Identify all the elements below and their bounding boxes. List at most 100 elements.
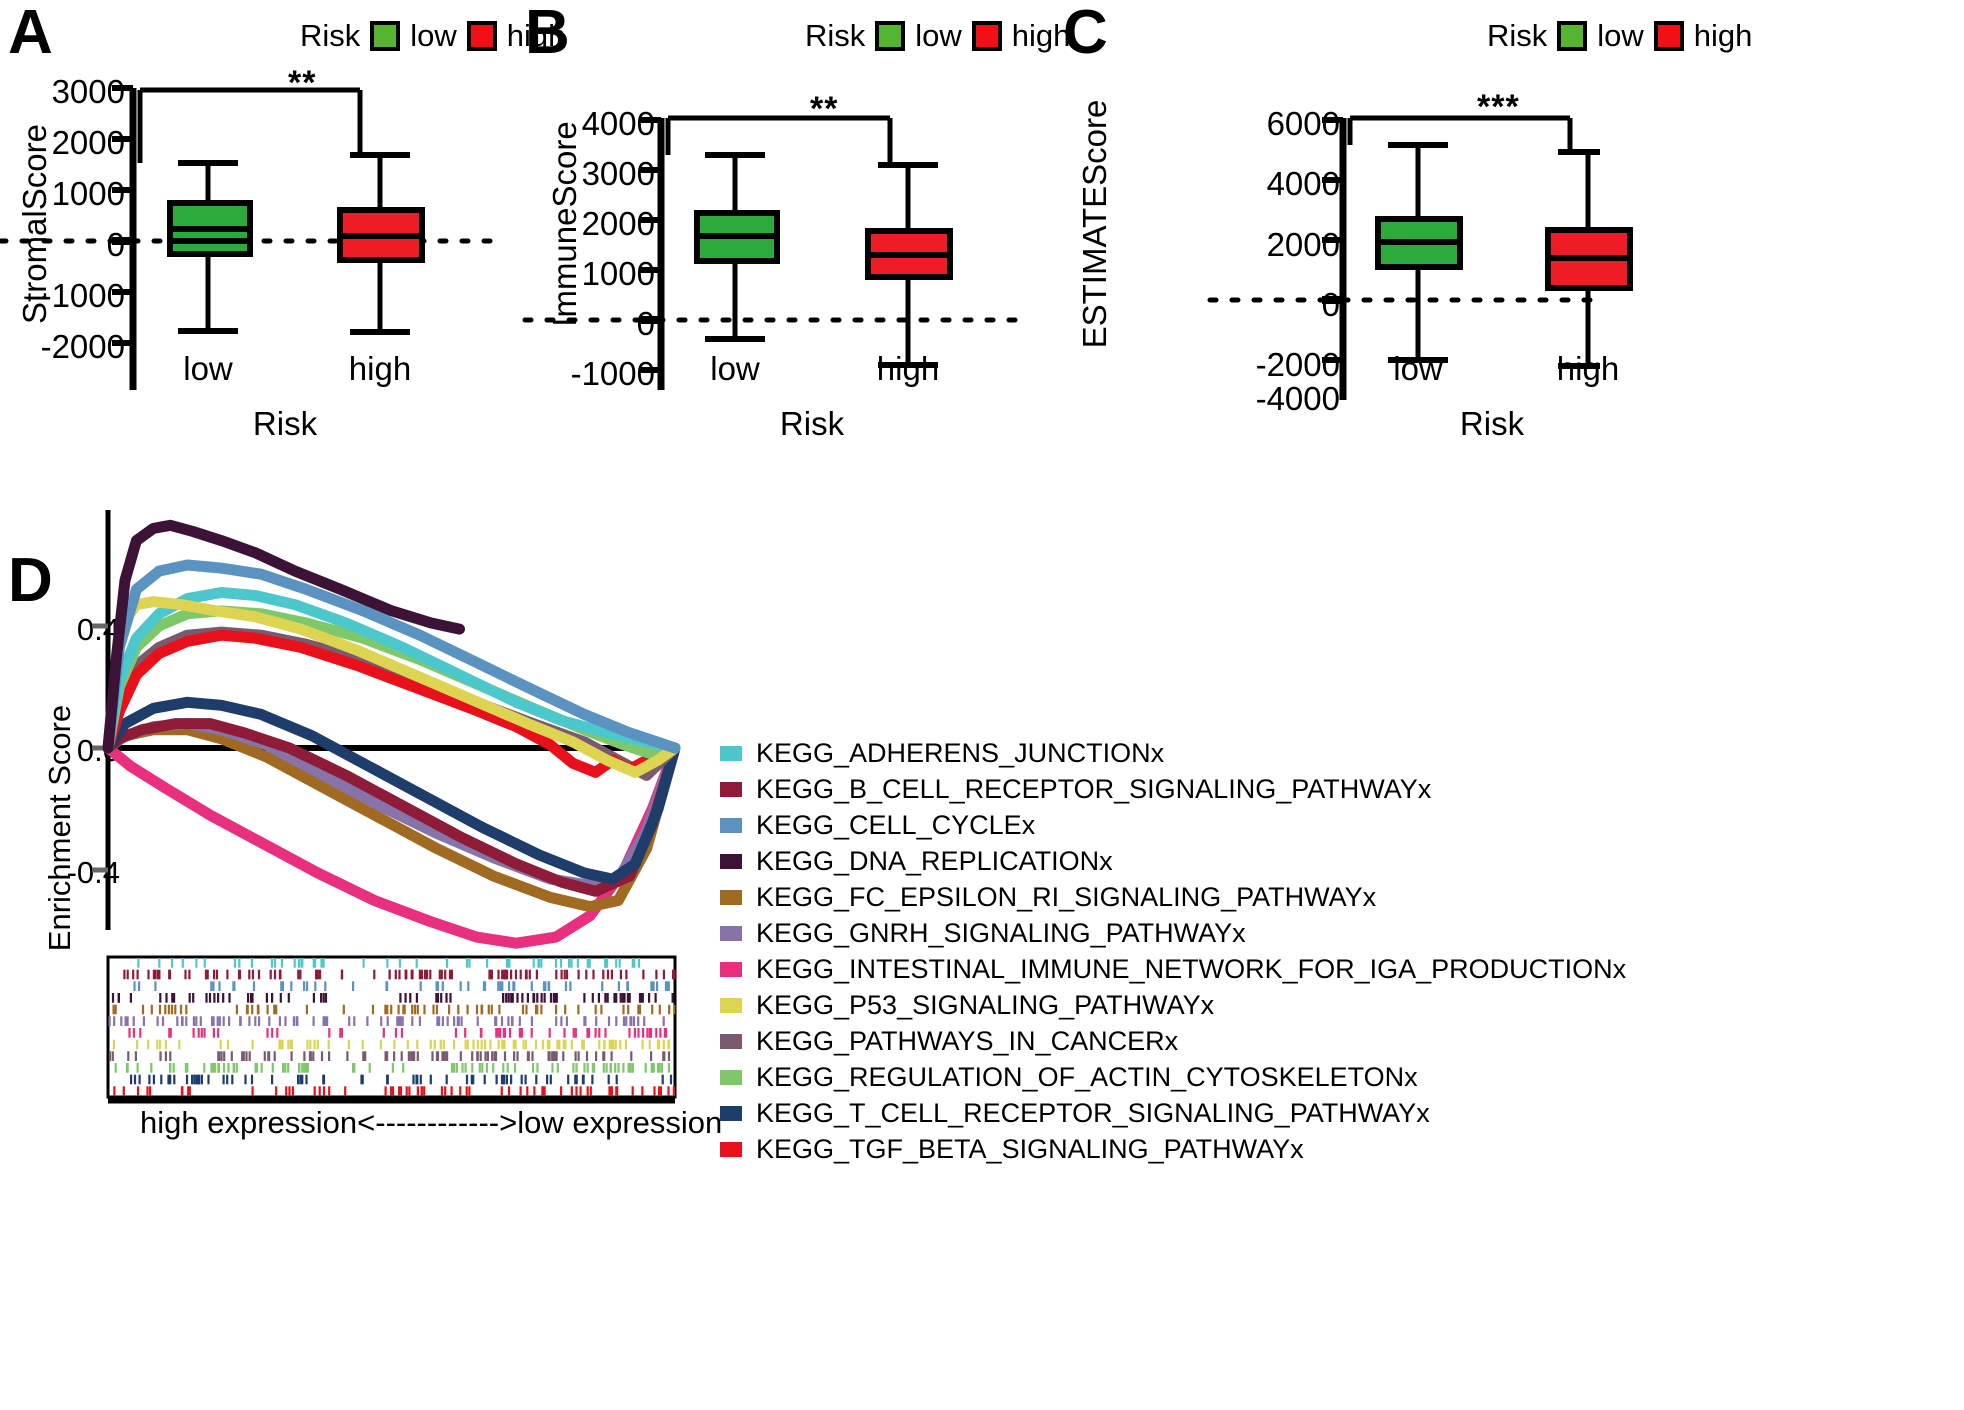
box-low-a bbox=[167, 160, 253, 334]
legend-label-low-a: low bbox=[410, 18, 457, 53]
legend-label-low-b: low bbox=[915, 18, 962, 53]
gsea-legend-item: KEGG_ADHERENS_JUNCTIONx bbox=[720, 735, 1626, 771]
gsea-legend-item: KEGG_REGULATION_OF_ACTIN_CYTOSKELETONx bbox=[720, 1059, 1626, 1095]
boxplot-panel-c: ESTIMATEScore 6000 4000 2000 0 -2000 -40… bbox=[1040, 60, 1633, 442]
panel-letter-a: A bbox=[8, 0, 53, 67]
significance-marker-c: *** bbox=[1477, 88, 1520, 126]
gsea-legend-item: KEGG_CELL_CYCLEx bbox=[720, 807, 1626, 843]
x-tick-c-high: high bbox=[1556, 350, 1620, 387]
gsea-legend-label: KEGG_INTESTINAL_IMMUNE_NETWORK_FOR_IGA_P… bbox=[756, 954, 1627, 984]
gsea-legend-item: KEGG_TGF_BETA_SIGNALING_PATHWAYx bbox=[720, 1131, 1626, 1167]
significance-marker-b: ** bbox=[810, 90, 839, 128]
gsea-legend-label: KEGG_REGULATION_OF_ACTIN_CYTOSKELETONx bbox=[756, 1062, 1418, 1092]
x-tick-a-low: low bbox=[183, 350, 233, 387]
legend-swatch-high-c bbox=[1653, 21, 1684, 51]
gsea-legend-swatch bbox=[720, 1033, 742, 1049]
legend-swatch-low-b bbox=[875, 21, 906, 51]
risk-legend-title-c: Risk bbox=[1487, 18, 1548, 53]
y-tick-b-2000: 2000 bbox=[581, 205, 655, 242]
y-tick-b-3000: 3000 bbox=[581, 155, 655, 192]
gsea-legend-item: KEGG_PATHWAYS_IN_CANCERx bbox=[720, 1023, 1626, 1059]
gsea-legend-label: KEGG_DNA_REPLICATIONx bbox=[756, 846, 1113, 876]
box-high-b bbox=[865, 162, 953, 368]
gsea-legend-swatch bbox=[720, 1069, 742, 1085]
gsea-legend-item: KEGG_DNA_REPLICATIONx bbox=[720, 843, 1626, 879]
gsea-legend-item: KEGG_GNRH_SIGNALING_PATHWAYx bbox=[720, 915, 1626, 951]
gsea-series-group bbox=[102, 519, 681, 949]
gsea-legend: KEGG_ADHERENS_JUNCTIONx KEGG_B_CELL_RECEP… bbox=[720, 735, 1626, 1167]
gsea-legend-label: KEGG_PATHWAYS_IN_CANCERx bbox=[756, 1026, 1179, 1056]
gsea-legend-label: KEGG_ADHERENS_JUNCTIONx bbox=[756, 738, 1165, 768]
gsea-legend-label: KEGG_CELL_CYCLEx bbox=[756, 810, 1036, 840]
y-tick-b-1000: 1000 bbox=[581, 255, 655, 292]
legend-label-high-c: high bbox=[1693, 18, 1753, 53]
gsea-legend-swatch bbox=[720, 1105, 742, 1121]
legend-label-high-b: high bbox=[1011, 18, 1071, 53]
gsea-legend-item: KEGG_B_CELL_RECEPTOR_SIGNALING_PATHWAYx bbox=[720, 771, 1626, 807]
gsea-legend-swatch bbox=[720, 817, 742, 833]
legend-swatch-low-a bbox=[370, 21, 401, 51]
gsea-legend-swatch bbox=[720, 997, 742, 1013]
gsea-legend-label: KEGG_B_CELL_RECEPTOR_SIGNALING_PATHWAYx bbox=[756, 774, 1432, 804]
risk-legend-b: Risk low high bbox=[805, 18, 1070, 54]
x-axis-title-a: Risk bbox=[252, 405, 318, 442]
gsea-legend-swatch bbox=[720, 961, 742, 977]
y-tick-a-minus1000: -1000 bbox=[40, 277, 125, 314]
gsea-legend-item: KEGG_INTESTINAL_IMMUNE_NETWORK_FOR_IGA_P… bbox=[720, 951, 1626, 987]
gsea-legend-label: KEGG_TGF_BETA_SIGNALING_PATHWAYx bbox=[756, 1134, 1304, 1164]
gsea-legend-swatch bbox=[720, 1141, 742, 1157]
box-low-c bbox=[1375, 142, 1463, 363]
panel-letter-d: D bbox=[8, 546, 53, 615]
gsea-legend-item: KEGG_FC_EPSILON_RI_SIGNALING_PATHWAYx bbox=[720, 879, 1626, 915]
significance-marker-a: ** bbox=[288, 64, 317, 102]
y-axis-title-c: ESTIMATEScore bbox=[1076, 99, 1113, 349]
y-tick-c-minus4000: -4000 bbox=[1255, 380, 1340, 417]
legend-swatch-low-c bbox=[1557, 21, 1588, 51]
legend-swatch-high-b bbox=[971, 21, 1002, 51]
y-tick-a-0: 0 bbox=[106, 226, 125, 263]
y-tick-c-6000: 6000 bbox=[1266, 105, 1340, 142]
gsea-legend-swatch bbox=[720, 925, 742, 941]
risk-legend-title-b: Risk bbox=[805, 18, 866, 53]
y-tick-b-4000: 4000 bbox=[581, 105, 655, 142]
box-low-b bbox=[694, 152, 780, 342]
gsea-x-axis-caption: high expression<------------>low express… bbox=[140, 1105, 723, 1140]
gsea-curves-svg bbox=[92, 510, 681, 949]
risk-legend-title-a: Risk bbox=[300, 18, 361, 53]
gsea-legend-label: KEGG_P53_SIGNALING_PATHWAYx bbox=[756, 990, 1215, 1020]
x-tick-b-low: low bbox=[710, 350, 760, 387]
boxplot-panel-a: StromalScore 3000 2000 1000 0 -1000 -200… bbox=[0, 60, 520, 442]
x-tick-c-low: low bbox=[1393, 350, 1443, 387]
y-tick-c-0: 0 bbox=[1321, 286, 1340, 323]
x-axis-title-b: Risk bbox=[779, 405, 845, 442]
y-tick-a-3000: 3000 bbox=[51, 73, 125, 110]
gsea-legend-label: KEGG_FC_EPSILON_RI_SIGNALING_PATHWAYx bbox=[756, 882, 1377, 912]
y-tick-b-0: 0 bbox=[636, 305, 655, 342]
panel-letter-c: C bbox=[1063, 0, 1108, 67]
panel-letter-b: B bbox=[525, 0, 570, 67]
y-tick-c-2000: 2000 bbox=[1266, 226, 1340, 263]
gsea-legend-label: KEGG_GNRH_SIGNALING_PATHWAYx bbox=[756, 918, 1246, 948]
gsea-legend-swatch bbox=[720, 745, 742, 761]
boxplot-panel-b: ImmuneScore 4000 3000 2000 1000 0 -1000 … bbox=[520, 60, 1040, 442]
gsea-legend-swatch bbox=[720, 889, 742, 905]
gsea-legend-item: KEGG_T_CELL_RECEPTOR_SIGNALING_PATHWAYx bbox=[720, 1095, 1626, 1131]
gsea-hitmap-svg bbox=[106, 955, 677, 1099]
box-high-a bbox=[337, 152, 425, 335]
y-tick-c-4000: 4000 bbox=[1266, 165, 1340, 202]
x-tick-a-high: high bbox=[348, 350, 412, 387]
x-tick-b-high: high bbox=[876, 350, 940, 387]
gsea-legend-swatch bbox=[720, 781, 742, 797]
y-tick-a-1000: 1000 bbox=[51, 175, 125, 212]
risk-legend-c: Risk low high bbox=[1487, 18, 1752, 54]
legend-label-low-c: low bbox=[1597, 18, 1644, 53]
y-tick-a-minus2000: -2000 bbox=[40, 328, 125, 365]
gsea-legend-item: KEGG_P53_SIGNALING_PATHWAYx bbox=[720, 987, 1626, 1023]
legend-swatch-high-a bbox=[466, 21, 497, 51]
y-tick-c-minus2000: -2000 bbox=[1255, 346, 1340, 383]
x-axis-title-c: Risk bbox=[1459, 405, 1525, 442]
y-tick-b-minus1000: -1000 bbox=[570, 355, 655, 392]
box-high-c bbox=[1545, 149, 1633, 369]
gsea-legend-label: KEGG_T_CELL_RECEPTOR_SIGNALING_PATHWAYx bbox=[756, 1098, 1430, 1128]
y-tick-a-2000: 2000 bbox=[51, 124, 125, 161]
